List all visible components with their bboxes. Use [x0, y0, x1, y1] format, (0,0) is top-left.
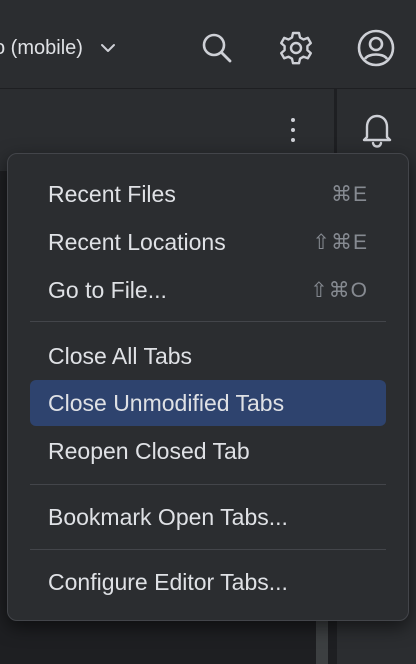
- menu-item-go-to-file[interactable]: Go to File... ⇧⌘O: [30, 267, 386, 313]
- ide-window: o (mobile) Recent Files ⌘E Recent Locati…: [0, 0, 416, 664]
- menu-item-label: Configure Editor Tabs...: [48, 568, 288, 595]
- menu-item-recent-files[interactable]: Recent Files ⌘E: [30, 171, 386, 217]
- menu-item-label: Reopen Closed Tab: [48, 437, 250, 464]
- menu-item-close-all-tabs[interactable]: Close All Tabs: [30, 333, 386, 379]
- menu-item-recent-locations[interactable]: Recent Locations ⇧⌘E: [30, 219, 386, 265]
- menu-separator: [30, 321, 386, 322]
- search-icon[interactable]: [195, 26, 239, 70]
- menu-item-label: Go to File...: [48, 276, 167, 303]
- chevron-down-icon: [99, 39, 117, 57]
- menu-item-shortcut: ⇧⌘O: [310, 278, 368, 302]
- main-toolbar: o (mobile): [0, 0, 416, 89]
- menu-separator: [30, 484, 386, 485]
- menu-item-configure-editor-tabs[interactable]: Configure Editor Tabs...: [30, 559, 386, 605]
- menu-item-shortcut: ⇧⌘E: [312, 230, 368, 254]
- menu-item-label: Bookmark Open Tabs...: [48, 503, 288, 530]
- menu-item-bookmark-open-tabs[interactable]: Bookmark Open Tabs...: [30, 494, 386, 540]
- bell-icon[interactable]: [355, 108, 399, 152]
- editor-tabs-popup-menu: Recent Files ⌘E Recent Locations ⇧⌘E Go …: [7, 153, 409, 621]
- menu-item-close-unmodified-tabs[interactable]: Close Unmodified Tabs: [30, 380, 386, 426]
- more-vertical-icon[interactable]: [278, 108, 308, 152]
- menu-separator: [30, 549, 386, 550]
- menu-item-label: Close All Tabs: [48, 342, 193, 369]
- run-configuration-label: o (mobile): [0, 36, 83, 59]
- menu-item-label: Recent Files: [48, 180, 176, 207]
- run-configuration-selector[interactable]: o (mobile): [0, 28, 117, 68]
- menu-item-label: Close Unmodified Tabs: [48, 389, 285, 416]
- account-icon[interactable]: [354, 26, 398, 70]
- menu-item-label: Recent Locations: [48, 228, 226, 255]
- menu-item-shortcut: ⌘E: [330, 182, 368, 206]
- gear-icon[interactable]: [274, 26, 318, 70]
- menu-item-reopen-closed-tab[interactable]: Reopen Closed Tab: [30, 428, 386, 474]
